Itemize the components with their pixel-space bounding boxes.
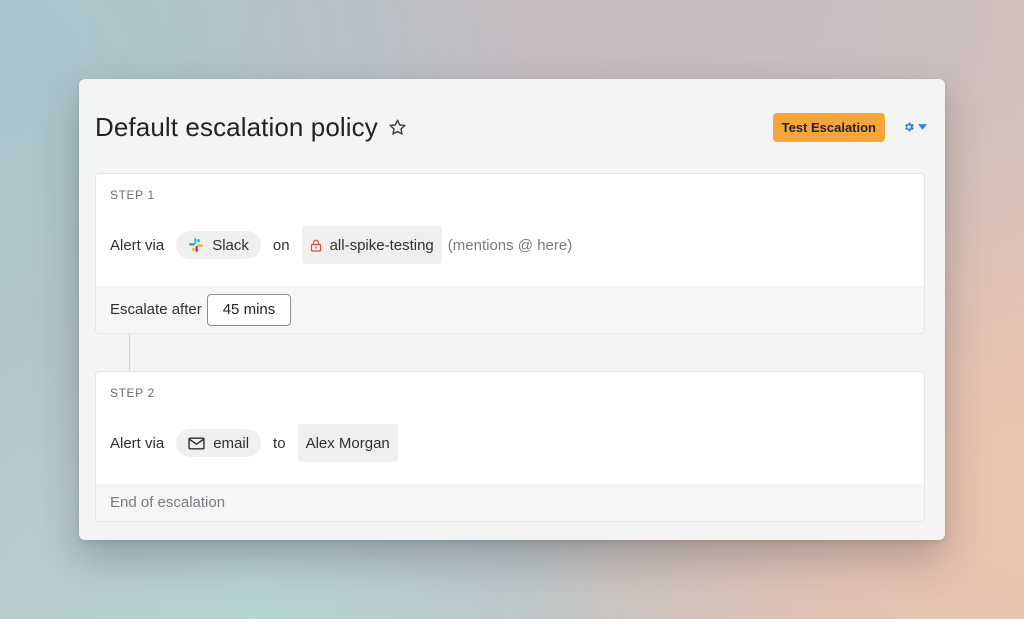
header-actions: Test Escalation	[772, 112, 929, 142]
connector-word: to	[273, 434, 286, 452]
gear-icon	[905, 122, 914, 132]
slack-icon	[189, 238, 204, 252]
caret-down-icon	[918, 124, 927, 130]
step-footer: Escalate after 45 mins	[96, 286, 924, 333]
email-icon	[188, 436, 205, 450]
connector-word: on	[272, 236, 290, 254]
step-footer: End of escalation	[96, 484, 924, 521]
target-name: all-spike-testing	[329, 236, 434, 254]
lock-icon	[310, 239, 321, 252]
channel-pill-slack[interactable]: Slack	[176, 231, 261, 259]
step-alert-row: Alert via Slack on all-spike-testing (me…	[110, 226, 572, 264]
page-title: Default escalation policy	[95, 111, 378, 142]
alert-via-label: Alert via	[110, 434, 165, 452]
channel-pill-email[interactable]: email	[176, 429, 262, 457]
escalation-step-2: STEP 2 Alert via email to Alex Morgan En…	[95, 371, 925, 522]
target-name: Alex Morgan	[305, 434, 390, 452]
mentions-note: (mentions @ here)	[447, 236, 573, 254]
alert-via-label: Alert via	[110, 236, 165, 254]
step-connector-line	[129, 334, 130, 371]
step-label: STEP 2	[110, 386, 155, 400]
channel-name: email	[213, 434, 250, 452]
channel-name: Slack	[212, 236, 249, 254]
settings-dropdown[interactable]	[901, 113, 929, 142]
escalation-policy-window: Default escalation policy Test Escalatio…	[79, 79, 945, 540]
target-chip-user[interactable]: Alex Morgan	[297, 424, 398, 462]
target-chip-channel[interactable]: all-spike-testing	[301, 226, 442, 264]
page-header: Default escalation policy Test Escalatio…	[95, 107, 929, 147]
escalate-duration-field[interactable]: 45 mins	[206, 293, 292, 326]
step-label: STEP 1	[110, 188, 155, 202]
step-alert-row: Alert via email to Alex Morgan	[110, 424, 398, 462]
test-escalation-button[interactable]: Test Escalation	[772, 112, 885, 142]
escalate-after-label: Escalate after	[110, 301, 202, 318]
star-icon[interactable]	[388, 117, 408, 137]
escalation-step-1: STEP 1 Alert via Slack on all-spike-test…	[95, 173, 925, 334]
end-of-escalation-label: End of escalation	[110, 494, 226, 511]
